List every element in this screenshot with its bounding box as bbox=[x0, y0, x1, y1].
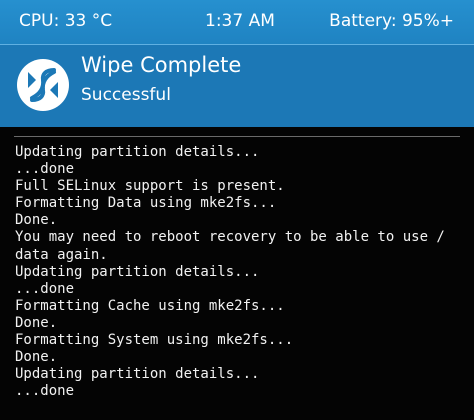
console-line: Done. bbox=[15, 212, 58, 229]
cpu-temperature: CPU: 33 °C bbox=[19, 11, 113, 31]
console-line: Done. bbox=[15, 314, 58, 331]
console-line: Formatting Cache using mke2fs... bbox=[15, 297, 285, 314]
console-line: Full SELinux support is present. bbox=[15, 178, 285, 195]
twrp-logo-icon bbox=[17, 59, 69, 111]
header: Wipe Complete Successful bbox=[0, 44, 474, 127]
console-line: Done. bbox=[15, 349, 58, 366]
console-line: ...done bbox=[15, 280, 75, 297]
console-line: Updating partition details... bbox=[15, 263, 260, 280]
console-line: You may need to reboot recovery to be ab… bbox=[15, 229, 445, 246]
console-line: data again. bbox=[15, 246, 108, 263]
clock: 1:37 AM bbox=[205, 11, 275, 31]
console-line: Updating partition details... bbox=[15, 144, 260, 160]
console-line: ...done bbox=[15, 161, 75, 178]
page-title: Wipe Complete bbox=[81, 53, 242, 77]
status-bar: CPU: 33 °C 1:37 AM Battery: 95%+ bbox=[0, 0, 474, 44]
console-line: ...done bbox=[15, 383, 75, 400]
console-log: Updating partition details... ...done Fu… bbox=[15, 144, 467, 400]
recovery-screen: CPU: 33 °C 1:37 AM Battery: 95%+ Wipe Co… bbox=[0, 0, 474, 420]
console-line: Formatting System using mke2fs... bbox=[15, 332, 294, 349]
battery-status: Battery: 95%+ bbox=[329, 11, 454, 31]
console-line: Updating partition details... bbox=[15, 366, 260, 383]
divider bbox=[14, 136, 460, 137]
console-line: Formatting Data using mke2fs... bbox=[15, 195, 277, 212]
page-subtitle: Successful bbox=[81, 85, 171, 105]
